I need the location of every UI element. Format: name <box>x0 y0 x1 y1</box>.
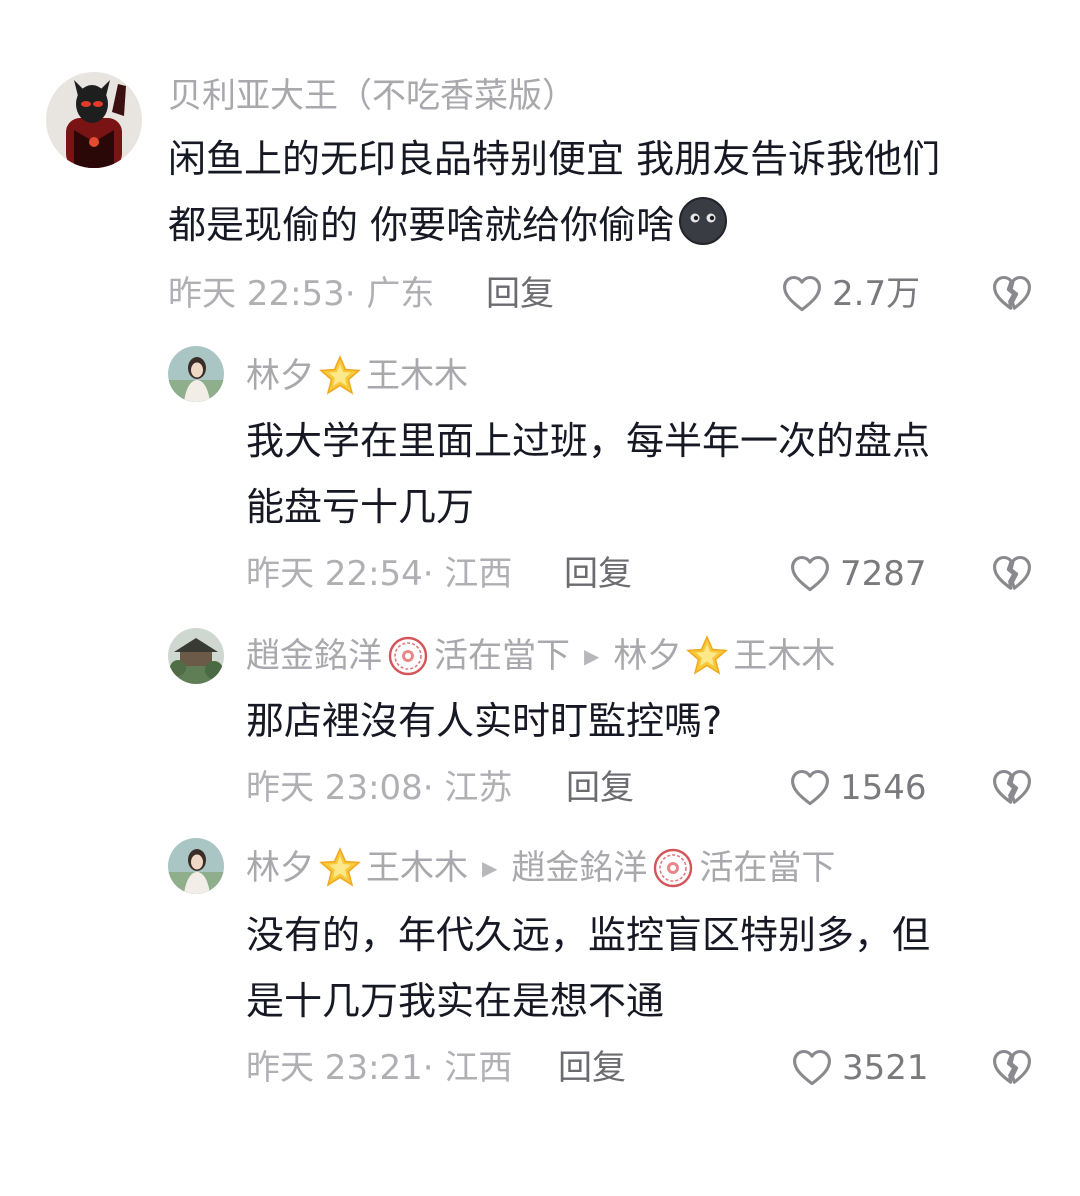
broken-heart-icon <box>990 766 1034 810</box>
pavilion-photo-avatar[interactable] <box>168 628 224 684</box>
comment-text-line: 闲鱼上的无印良品特别便宜 我朋友告诉我他们 <box>168 137 941 181</box>
comment-text-line: 我大学在里面上过班，每半年一次的盘点 <box>246 419 931 463</box>
girl-photo-avatar[interactable] <box>168 838 224 894</box>
red-seal-badge-icon <box>651 846 695 890</box>
author-name-part[interactable]: 王木木 <box>366 354 468 398</box>
comment-text-line: 都是现偷的 你要啥就给你偷啥 <box>168 203 675 247</box>
comment-text: 闲鱼上的无印良品特别便宜 我朋友告诉我他们 都是现偷的 你要啥就给你偷啥 <box>168 126 940 258</box>
like-count: 2.7万 <box>832 274 921 314</box>
heart-icon <box>788 766 832 810</box>
heart-icon <box>788 552 832 596</box>
ultraman-belial-avatar[interactable] <box>46 72 142 168</box>
comment-text: 那店裡沒有人实时盯監控嗎? <box>246 688 722 754</box>
comment-text-line: 能盘亏十几万 <box>246 485 475 529</box>
reply-to-name-part[interactable]: 趙金銘洋 <box>511 846 647 890</box>
star-badge-icon <box>318 846 362 890</box>
like-button[interactable]: 1546 <box>788 766 927 810</box>
author-name-part[interactable]: 活在當下 <box>434 634 570 678</box>
comment-text-line: 那店裡沒有人实时盯監控嗎? <box>246 699 723 743</box>
dark-face-emoji-icon <box>678 196 728 246</box>
dislike-button[interactable] <box>990 552 1034 596</box>
reply-to-name-part[interactable]: 活在當下 <box>699 846 835 890</box>
broken-heart-icon <box>990 1046 1034 1090</box>
heart-icon <box>790 1046 834 1090</box>
reply-button[interactable]: 回复 <box>566 766 634 810</box>
comment-text: 我大学在里面上过班，每半年一次的盘点 能盘亏十几万 <box>246 408 930 540</box>
comment-time-location: 昨天 22:53· 广东 <box>168 274 435 314</box>
reply-to-name-part[interactable]: 林夕 <box>613 634 681 678</box>
comment-text-line: 是十几万我实在是想不通 <box>246 979 665 1023</box>
star-badge-icon <box>685 634 729 678</box>
author-name-part[interactable]: 王木木 <box>366 846 468 890</box>
like-button[interactable]: 3521 <box>790 1046 929 1090</box>
comment-author-name[interactable]: 贝利亚大王（不吃香菜版） <box>168 74 576 118</box>
comment-time-location: 昨天 23:08· 江苏 <box>246 768 513 808</box>
red-seal-badge-icon <box>386 634 430 678</box>
comment-text: 没有的，年代久远，监控盲区特别多，但 是十几万我实在是想不通 <box>246 902 930 1034</box>
dislike-button[interactable] <box>990 766 1034 810</box>
author-name-part[interactable]: 趙金銘洋 <box>246 634 382 678</box>
like-button[interactable]: 7287 <box>788 552 927 596</box>
reply-to-name-part[interactable]: 王木木 <box>733 634 835 678</box>
broken-heart-icon <box>990 552 1034 596</box>
comment-author-name[interactable]: 趙金銘洋 活在當下 ▶ 林夕 王木木 <box>246 634 835 678</box>
comment-text-line: 没有的，年代久远，监控盲区特别多，但 <box>246 913 931 957</box>
star-badge-icon <box>318 354 362 398</box>
broken-heart-icon <box>990 272 1034 316</box>
girl-photo-avatar[interactable] <box>168 346 224 402</box>
heart-icon <box>780 272 824 316</box>
like-button[interactable]: 2.7万 <box>780 272 920 316</box>
reply-button[interactable]: 回复 <box>564 552 632 596</box>
author-name-part[interactable]: 林夕 <box>246 846 314 890</box>
author-name-text[interactable]: 贝利亚大王（不吃香菜版） <box>168 74 576 118</box>
dislike-button[interactable] <box>990 1046 1034 1090</box>
comment-time-location: 昨天 23:21· 江西 <box>246 1048 513 1088</box>
dislike-button[interactable] <box>990 272 1034 316</box>
reply-arrow-icon: ▶ <box>584 644 600 668</box>
like-count: 1546 <box>840 768 927 808</box>
reply-arrow-icon: ▶ <box>482 856 498 880</box>
reply-button[interactable]: 回复 <box>486 272 554 316</box>
comment-time-location: 昨天 22:54· 江西 <box>246 554 513 594</box>
like-count: 3521 <box>842 1048 929 1088</box>
like-count: 7287 <box>840 554 927 594</box>
author-name-part[interactable]: 林夕 <box>246 354 314 398</box>
comment-author-name[interactable]: 林夕 王木木 ▶ 趙金銘洋 活在當下 <box>246 846 835 890</box>
reply-button[interactable]: 回复 <box>558 1046 626 1090</box>
comment-author-name[interactable]: 林夕 王木木 <box>246 354 468 398</box>
